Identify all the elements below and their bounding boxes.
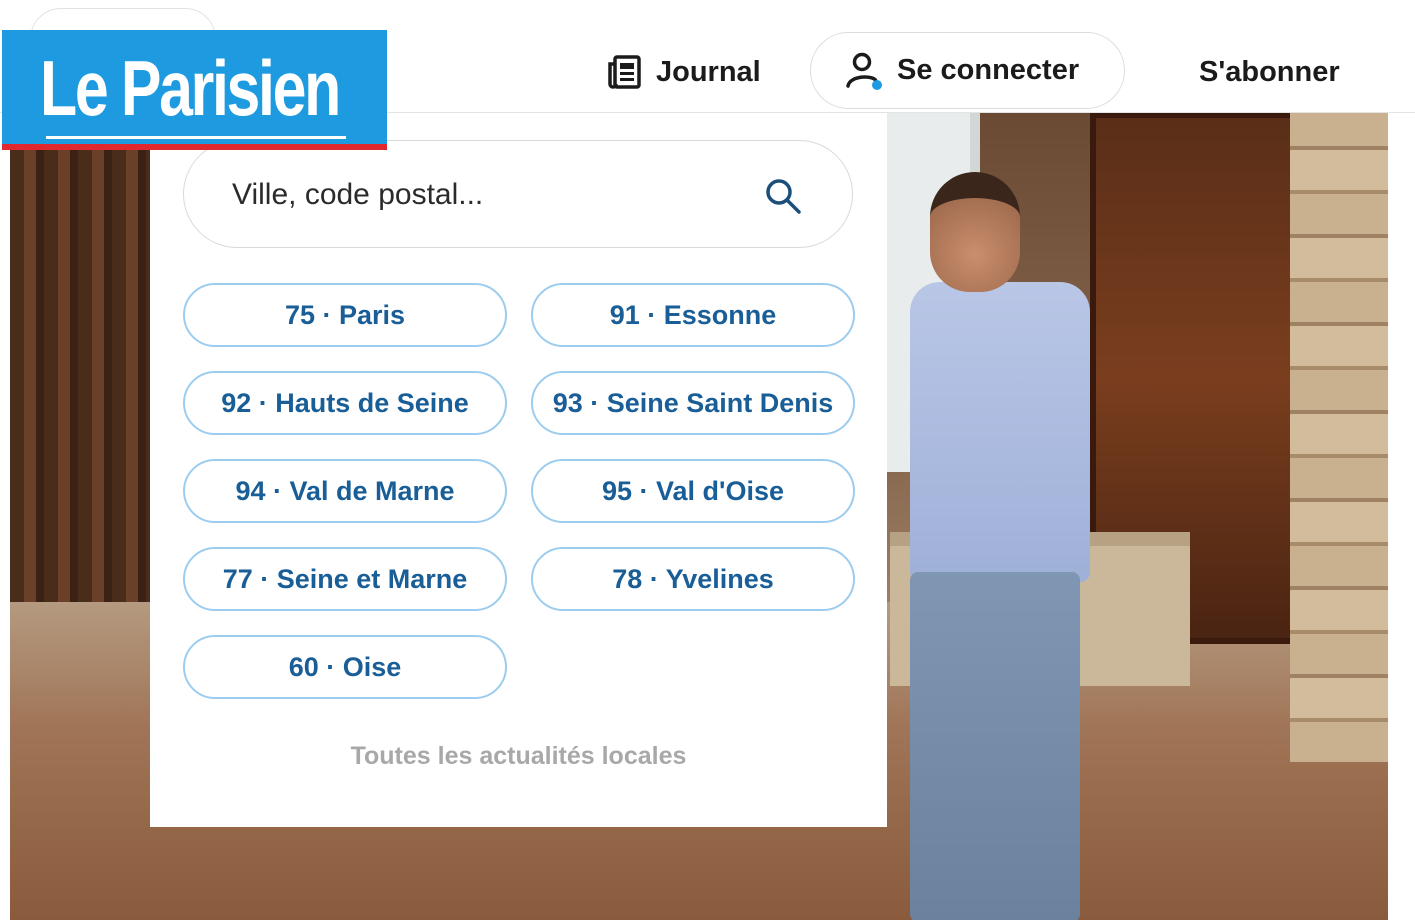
region-chip-75[interactable]: 75 · Paris bbox=[183, 283, 507, 347]
logo-text: Le Parisien bbox=[40, 44, 341, 132]
logo-underline bbox=[46, 136, 346, 139]
journal-label: Journal bbox=[656, 55, 761, 88]
region-list: 75 · Paris 91 · Essonne 92 · Hauts de Se… bbox=[183, 283, 855, 699]
user-icon bbox=[846, 52, 882, 90]
region-chip-92[interactable]: 92 · Hauts de Seine bbox=[183, 371, 507, 435]
city-search-input[interactable] bbox=[230, 167, 734, 223]
region-chip-91[interactable]: 91 · Essonne bbox=[531, 283, 855, 347]
person-figure bbox=[910, 172, 1090, 920]
person-shirt bbox=[910, 282, 1090, 582]
search-icon[interactable] bbox=[764, 177, 802, 215]
city-search bbox=[183, 140, 853, 248]
region-chip-93[interactable]: 93 · Seine Saint Denis bbox=[531, 371, 855, 435]
newspaper-icon bbox=[608, 55, 641, 89]
region-chip-78[interactable]: 78 · Yvelines bbox=[531, 547, 855, 611]
stone-wall bbox=[1290, 112, 1388, 762]
local-news-dropdown: 75 · Paris 91 · Essonne 92 · Hauts de Se… bbox=[150, 112, 887, 827]
carved-wood-panel bbox=[10, 112, 150, 612]
le-parisien-logo[interactable]: Le Parisien bbox=[2, 30, 387, 150]
person-head bbox=[930, 172, 1020, 292]
region-chip-60[interactable]: 60 · Oise bbox=[183, 635, 507, 699]
journal-link[interactable]: Journal bbox=[606, 50, 761, 94]
person-jeans bbox=[910, 572, 1080, 920]
subscribe-link[interactable]: S'abonner bbox=[1199, 50, 1340, 94]
region-chip-95[interactable]: 95 · Val d'Oise bbox=[531, 459, 855, 523]
login-button[interactable]: Se connecter bbox=[810, 32, 1125, 109]
region-chip-94[interactable]: 94 · Val de Marne bbox=[183, 459, 507, 523]
region-chip-77[interactable]: 77 · Seine et Marne bbox=[183, 547, 507, 611]
login-label: Se connecter bbox=[897, 54, 1080, 86]
all-local-news-link[interactable]: Toutes les actualités locales bbox=[150, 742, 887, 771]
logo-red-bar bbox=[2, 144, 387, 150]
